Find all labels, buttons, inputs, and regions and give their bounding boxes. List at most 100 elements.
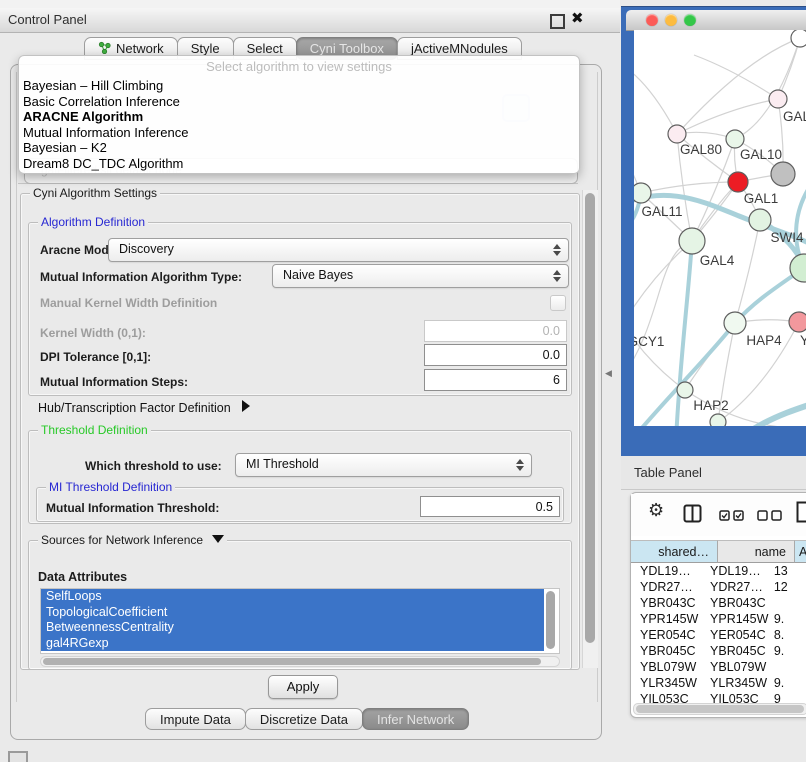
aracne-mode-combo[interactable]: Discovery [108,238,569,262]
bottom-tab-discretize-data[interactable]: Discretize Data [245,708,363,730]
expanded-arrow-icon[interactable] [212,535,224,543]
apply-button[interactable]: Apply [268,675,338,699]
table-cell: YIL053C [631,691,706,703]
algorithm-dropdown-list: Bayesian – Hill ClimbingBasic Correlatio… [23,78,575,171]
gear-icon[interactable]: ⚙ [648,500,664,521]
bottom-tab-impute-data[interactable]: Impute Data [145,708,246,730]
network-window-titlebar[interactable] [626,10,806,31]
which-threshold-label: Which threshold to use: [85,459,222,473]
network-node-swi4[interactable] [749,209,771,231]
split-collapse-handle[interactable]: ◀ [605,368,612,379]
table-cell: YDL19… [631,563,706,579]
control-panel-bottom-tabs: Impute DataDiscretize DataInfer Network [146,708,469,730]
hub-tf-definition-toggle[interactable]: Hub/Transcription Factor Definition [38,400,250,415]
algorithm-definition-title: Algorithm Definition [38,215,148,229]
attributes-hscrollbar[interactable] [40,656,560,667]
deselect-all-checkboxes-icon[interactable] [757,508,783,526]
table-cell: YER054C [706,627,772,643]
algorithm-option-mutual-information-inference[interactable]: Mutual Information Inference [23,125,575,141]
table-panel-title: Table Panel [634,465,702,480]
cyni-algorithm-settings-title: Cyni Algorithm Settings [30,186,160,200]
network-node-gal1[interactable] [728,172,748,192]
network-node[interactable] [771,162,795,186]
network-node-y[interactable] [789,312,806,332]
table-hscrollbar-thumb[interactable] [636,705,804,713]
network-node-gal80[interactable] [668,125,686,143]
kernel-width-field[interactable]: 0.0 [424,320,567,342]
table-cell: 12 [772,579,806,595]
sources-group-title: Sources for Network Inference [38,533,227,547]
table-panel-header: Table Panel [621,456,806,490]
algorithm-option-bayesian-k2[interactable]: Bayesian – K2 [23,140,575,156]
table-row[interactable]: YBR043CYBR043C [631,595,806,611]
network-node[interactable] [710,414,726,426]
network-node-gal4[interactable] [679,228,705,254]
screen: Control Panel ✖ NetworkStyleSelectCyni T… [0,0,806,762]
kernel-width-label: Kernel Width (0,1): [40,326,146,340]
table-row[interactable]: YIL053CYIL053C9 [631,691,806,703]
collapsed-arrow-icon [242,400,250,412]
algorithm-option-dream8-dc-tdc-algorithm[interactable]: Dream8 DC_TDC Algorithm [23,156,575,172]
bottom-tab-infer-network[interactable]: Infer Network [362,708,469,730]
attribute-item-gal4rgexp[interactable]: gal4RGexp [41,636,544,652]
node-label-swi4: SWI4 [770,230,803,245]
zoom-traffic-light-icon[interactable] [684,14,696,26]
table-hscrollbar[interactable] [633,703,806,715]
settings-scrollbar-thumb[interactable] [585,193,595,643]
algorithm-option-bayesian-hill-climbing[interactable]: Bayesian – Hill Climbing [23,78,575,94]
which-threshold-combo[interactable]: MI Threshold [235,453,532,477]
algorithm-option-basic-correlation-inference[interactable]: Basic Correlation Inference [23,94,575,110]
mi-threshold-field[interactable]: 0.5 [420,496,560,517]
attributes-vscrollbar[interactable] [546,591,555,649]
table-row[interactable]: YBL079WYBL079W [631,659,806,675]
attribute-item-betweennesscentrality[interactable]: BetweennessCentrality [41,620,544,636]
algorithm-option-aracne-algorithm[interactable]: ARACNE Algorithm [23,109,575,125]
hub-tf-definition-label: Hub/Transcription Factor Definition [38,401,231,415]
table-cell: YBR043C [631,595,706,611]
table-row[interactable]: YDL19…YDL19…13 [631,563,806,579]
data-attributes-list[interactable]: SelfLoopsTopologicalCoefficientBetweenne… [40,588,560,654]
network-canvas[interactable]: GALGAL80GAL10GAL1GAL11SWI4GAL4GCY1HAP4YH… [634,30,806,426]
dpi-tolerance-field[interactable]: 0.0 [424,344,567,366]
network-node-hap4[interactable] [724,312,746,334]
new-table-icon[interactable] [796,501,806,528]
network-node-gal10[interactable] [726,130,744,148]
table-row[interactable]: YPR145WYPR145W9. [631,611,806,627]
minimize-traffic-light-icon[interactable] [665,14,677,26]
attributes-hscrollbar-thumb[interactable] [43,658,541,665]
table-row[interactable]: YLR345WYLR345W9. [631,675,806,691]
attribute-item-topologicalcoefficient[interactable]: TopologicalCoefficient [41,605,544,621]
algorithm-dropdown-popup: Select algorithm to view settings Bayesi… [18,55,580,174]
combo-stepper-icon [516,459,525,471]
table-cell: YBR045C [706,643,772,659]
columns-icon[interactable] [683,504,702,528]
close-traffic-light-icon[interactable] [646,14,658,26]
network-node-gal11[interactable] [634,183,651,203]
network-edge [677,99,778,134]
combo-stepper-icon [553,270,562,282]
table-cell: YPR145W [706,611,772,627]
table-row[interactable]: YER054CYER054C8. [631,627,806,643]
column-header-clipped[interactable]: A [795,540,806,563]
column-header-name[interactable]: name [718,540,795,563]
network-node[interactable] [791,30,806,47]
threshold-definition-title: Threshold Definition [38,423,151,437]
close-icon[interactable]: ✖ [571,9,584,27]
network-node-gal[interactable] [769,90,787,108]
table-row[interactable]: YDR27…YDR27…12 [631,579,806,595]
docked-panel-icon[interactable] [8,751,28,762]
table-body: YDL19…YDL19…13YDR27…YDR27…12YBR043CYBR04… [631,563,806,703]
mi-algorithm-type-combo[interactable]: Naive Bayes [272,264,569,288]
column-header-shared-name[interactable]: shared… [631,540,718,563]
select-all-checkboxes-icon[interactable] [719,508,745,526]
table-cell [772,659,806,675]
manual-kernel-width-label: Manual Kernel Width Definition [40,296,217,310]
attribute-item-selfloops[interactable]: SelfLoops [41,589,544,605]
network-node-hap2[interactable] [677,382,693,398]
table-row[interactable]: YBR045CYBR045C9. [631,643,806,659]
mi-steps-field[interactable]: 6 [424,369,567,391]
node-label-gal4: GAL4 [700,253,735,268]
manual-kernel-width-checkbox[interactable] [550,295,566,311]
float-window-icon[interactable] [550,14,565,29]
combo-stepper-icon [553,244,562,256]
